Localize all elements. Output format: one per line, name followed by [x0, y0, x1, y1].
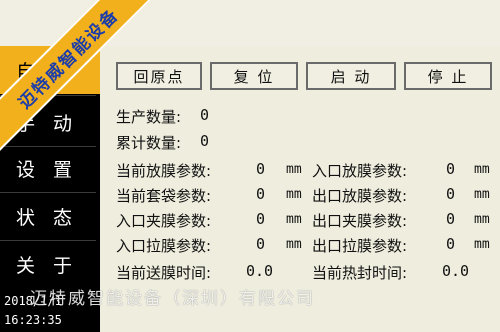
param-right-value[interactable]: 0 — [446, 210, 455, 228]
seal-time-value: 0.0 — [442, 262, 470, 280]
param-right-label: 入口放膜参数: — [312, 162, 408, 180]
param-left-label: 当前放膜参数: — [116, 162, 212, 180]
param-left-value[interactable]: 0 — [256, 235, 265, 253]
param-unit: mm — [286, 212, 302, 227]
param-right-value[interactable]: 0 — [446, 160, 455, 178]
param-right-value[interactable]: 0 — [446, 185, 455, 203]
param-left-label: 入口拉膜参数: — [116, 237, 212, 255]
home-button[interactable]: 回原点 — [116, 62, 202, 90]
param-unit: mm — [474, 212, 490, 227]
cumulative-count-label: 累计数量: — [116, 134, 182, 152]
param-unit: mm — [286, 162, 302, 177]
param-right-label: 出口夹膜参数: — [312, 212, 408, 230]
production-count-value: 0 — [200, 106, 210, 124]
param-unit: mm — [286, 187, 302, 202]
param-left-label: 当前套袋参数: — [116, 187, 212, 205]
param-unit: mm — [474, 187, 490, 202]
start-button[interactable]: 启 动 — [306, 62, 396, 90]
param-unit: mm — [474, 237, 490, 252]
reset-button[interactable]: 复 位 — [210, 62, 298, 90]
param-left-value[interactable]: 0 — [256, 185, 265, 203]
param-right-label: 出口拉膜参数: — [312, 237, 408, 255]
param-right-value[interactable]: 0 — [446, 235, 455, 253]
seal-time-label: 当前热封时间: — [312, 264, 408, 282]
param-left-value[interactable]: 0 — [256, 210, 265, 228]
sidebar-item-settings[interactable]: 设 置 — [0, 144, 96, 192]
param-right-label: 出口放膜参数: — [312, 187, 408, 205]
production-count-label: 生产数量: — [116, 108, 182, 126]
sidebar-item-status[interactable]: 状 态 — [0, 192, 96, 240]
param-unit: mm — [286, 237, 302, 252]
sidebar-item-about[interactable]: 关 于 — [0, 240, 96, 288]
cumulative-count-value: 0 — [200, 132, 210, 150]
feed-time-value: 0.0 — [246, 262, 274, 280]
watermark-company: 迈特威智能设备（深圳）有限公司 — [30, 289, 315, 309]
param-unit: mm — [474, 162, 490, 177]
time-display: 16:23:35 — [4, 313, 62, 327]
param-left-label: 入口夹膜参数: — [116, 212, 212, 230]
param-left-value[interactable]: 0 — [256, 160, 265, 178]
stop-button[interactable]: 停 止 — [404, 62, 492, 90]
feed-time-label: 当前送膜时间: — [116, 264, 212, 282]
